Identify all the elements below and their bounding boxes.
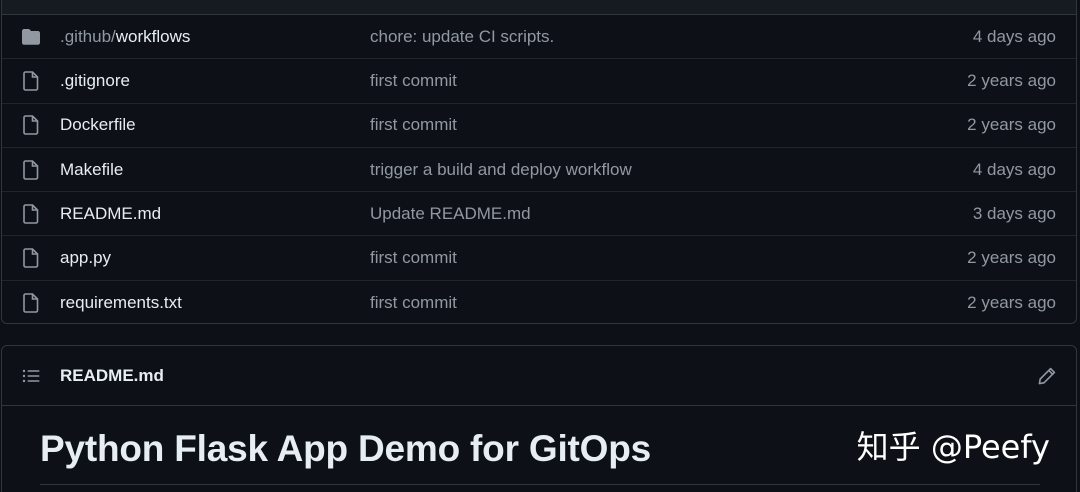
folder-name: workflows (115, 26, 191, 46)
file-row[interactable]: README.md Update README.md 3 days ago (2, 192, 1076, 237)
file-row[interactable]: .gitignore first commit 2 years ago (2, 59, 1076, 104)
file-name-link[interactable]: Dockerfile (60, 115, 136, 135)
file-name-link[interactable]: .gitignore (60, 71, 130, 91)
commit-age: 2 years ago (967, 248, 1056, 268)
folder-prefix: .github/ (60, 26, 116, 46)
commit-age: 2 years ago (967, 115, 1056, 135)
commit-age: 4 days ago (972, 26, 1056, 46)
file-row[interactable]: Dockerfile first commit 2 years ago (2, 104, 1076, 148)
file-icon (21, 115, 41, 136)
commit-age: 2 years ago (967, 292, 1056, 312)
readme-header: README.md (2, 346, 1076, 406)
file-icon (21, 159, 41, 180)
commit-message-link[interactable]: first commit (370, 115, 457, 135)
commit-age: 4 days ago (972, 159, 1056, 179)
commit-age: 3 days ago (972, 203, 1056, 223)
file-icon (21, 204, 41, 224)
file-list-header (2, 0, 1076, 15)
file-icon (21, 71, 41, 91)
pencil-icon[interactable] (1037, 366, 1057, 386)
file-list: .github/workflows chore: update CI scrip… (1, 0, 1077, 324)
file-name-link[interactable]: .github/workflows (60, 27, 190, 47)
commit-message-link[interactable]: first commit (370, 248, 457, 268)
readme-filename[interactable]: README.md (60, 366, 164, 386)
folder-icon (21, 27, 41, 47)
outline-list-icon[interactable] (21, 366, 41, 386)
repo-page: .github/workflows chore: update CI scrip… (0, 0, 1080, 492)
readme-panel: README.md Python Flask App Demo for GitO… (1, 345, 1077, 492)
commit-message-link[interactable]: chore: update CI scripts. (370, 27, 554, 47)
commit-message-link[interactable]: first commit (370, 71, 457, 91)
file-row[interactable]: .github/workflows chore: update CI scrip… (2, 15, 1076, 60)
commit-age: 2 years ago (967, 70, 1056, 90)
file-icon (21, 293, 41, 313)
file-icon (21, 248, 41, 268)
watermark-text: 知乎 @Peefy (856, 428, 1050, 466)
file-name-link[interactable]: README.md (60, 204, 161, 224)
file-row[interactable]: Makefile trigger a build and deploy work… (2, 148, 1076, 193)
file-row[interactable]: requirements.txt first commit 2 years ag… (2, 281, 1076, 323)
commit-message-link[interactable]: trigger a build and deploy workflow (370, 160, 632, 180)
commit-message-link[interactable]: Update README.md (370, 204, 531, 224)
file-name-link[interactable]: Makefile (60, 160, 123, 180)
commit-message-link[interactable]: first commit (370, 293, 457, 313)
file-row[interactable]: app.py first commit 2 years ago (2, 236, 1076, 281)
file-name-link[interactable]: requirements.txt (60, 293, 182, 313)
file-name-link[interactable]: app.py (60, 248, 111, 268)
